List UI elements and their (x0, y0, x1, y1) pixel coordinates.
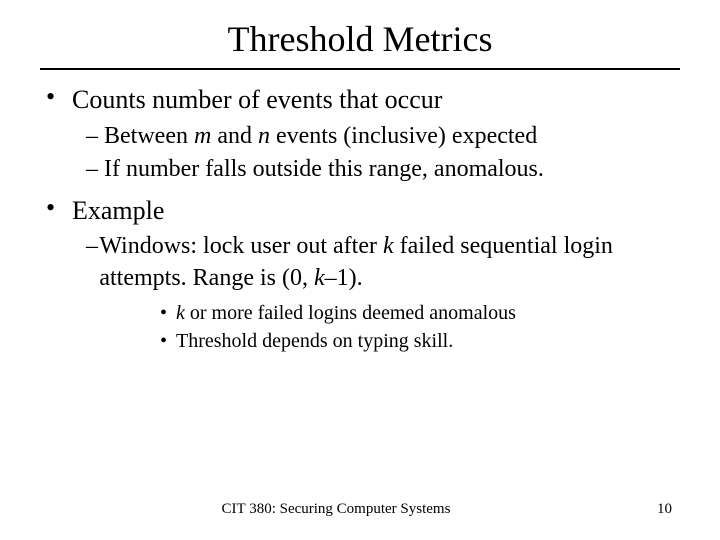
footer-course: CIT 380: Securing Computer Systems (0, 501, 672, 518)
list-item: • Threshold depends on typing skill. (160, 328, 680, 354)
bullet-text: Counts number of events that occur (72, 84, 442, 117)
bullet-icon: • (160, 328, 176, 354)
bullet-text: Example (72, 195, 164, 228)
list-item: – Windows: lock user out after k failed … (86, 231, 680, 353)
list-item: • Example – Windows: lock user out after… (46, 195, 680, 354)
list-item: – Between m and n events (inclusive) exp… (86, 121, 680, 152)
sub-sub-bullet-text: Threshold depends on typing skill. (176, 328, 453, 354)
sub-bullet-text: Windows: lock user out after k failed se… (99, 231, 680, 293)
dash-icon: – (86, 121, 104, 152)
list-item: • Counts number of events that occur – B… (46, 84, 680, 185)
title-divider (40, 68, 680, 70)
bullet-list: • Counts number of events that occur – B… (40, 84, 680, 354)
list-item: – If number falls outside this range, an… (86, 154, 680, 185)
slide-footer: CIT 380: Securing Computer Systems 10 (0, 501, 720, 518)
list-item: • k or more failed logins deemed anomalo… (160, 300, 680, 326)
sub-sub-list: • k or more failed logins deemed anomalo… (86, 300, 680, 354)
dash-icon: – (86, 231, 99, 262)
sub-sub-bullet-text: k or more failed logins deemed anomalous (176, 300, 516, 326)
sub-list: – Windows: lock user out after k failed … (46, 231, 680, 353)
sub-list: – Between m and n events (inclusive) exp… (46, 121, 680, 185)
dash-icon: – (86, 154, 104, 185)
sub-bullet-text: If number falls outside this range, anom… (104, 154, 544, 185)
bullet-icon: • (46, 195, 72, 221)
footer-page-number: 10 (657, 501, 672, 518)
slide-title: Threshold Metrics (40, 18, 680, 60)
bullet-icon: • (160, 300, 176, 326)
sub-bullet-text: Between m and n events (inclusive) expec… (104, 121, 537, 152)
bullet-icon: • (46, 84, 72, 110)
